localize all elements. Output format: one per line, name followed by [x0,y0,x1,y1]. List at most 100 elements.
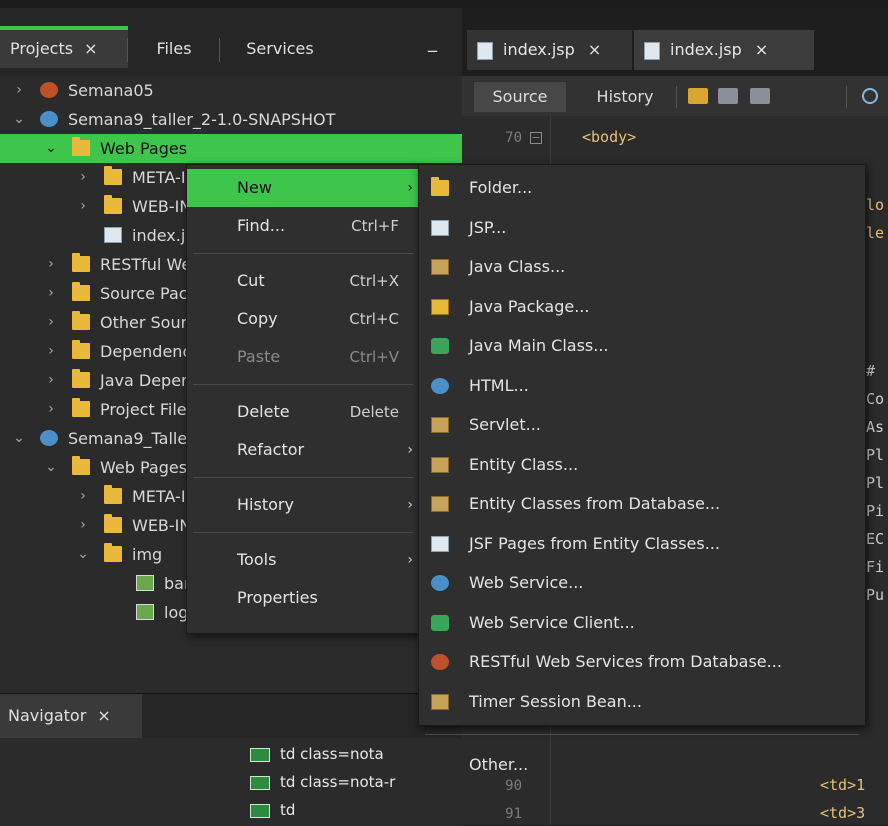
menu-item-history[interactable]: History › [187,486,419,524]
chevron-right-icon[interactable]: › [76,192,90,221]
menu-item-folder[interactable]: Folder... [419,169,865,207]
menu-item-refactor[interactable]: Refactor › [187,431,419,469]
menu-item-jsp[interactable]: JSP... [419,209,865,247]
tree-item[interactable]: ⌄ Web Pages [0,134,462,163]
chevron-right-icon[interactable]: › [44,395,58,424]
minimize-icon[interactable]: _ [428,32,442,62]
menu-item-find[interactable]: Find... Ctrl+F [187,207,419,245]
tab-index-jsp-2[interactable]: index.jsp × [634,30,814,70]
menu-item-label: New [237,178,272,197]
menu-item-java-main-class[interactable]: Java Main Class... [419,327,865,365]
java-class-icon [431,417,449,433]
chevron-down-icon[interactable]: ⌄ [12,424,26,453]
tab-index-jsp[interactable]: index.jsp × [467,30,632,70]
menu-item-restful-web-services-from-database[interactable]: RESTful Web Services from Database... [419,643,865,681]
menu-item-properties[interactable]: Properties [187,579,419,617]
menu-item-copy[interactable]: Copy Ctrl+C [187,300,419,338]
tab-projects[interactable]: Projects × [0,26,128,68]
menu-item-servlet[interactable]: Servlet... [419,406,865,444]
chevron-right-icon[interactable]: › [76,482,90,511]
close-icon[interactable]: × [755,40,768,59]
search-icon[interactable] [862,88,878,104]
list-item[interactable]: td [250,796,295,824]
menu-item-jsf-pages-from-entity-classes[interactable]: JSF Pages from Entity Classes... [419,525,865,563]
menu-item-java-package[interactable]: Java Package... [419,288,865,326]
menu-item-label: Java Class... [469,257,566,276]
tab-label: Files [156,39,192,58]
tree-item-label: Semana9_Taller [68,429,194,448]
chevron-down-icon[interactable]: ⌄ [76,540,90,569]
menu-item-label: JSP... [469,217,507,237]
menu-item-label: JSF Pages from Entity Classes... [469,533,720,553]
chevron-right-icon[interactable]: › [76,511,90,540]
source-button[interactable]: Source [474,82,566,112]
tab-files[interactable]: Files [128,30,220,68]
tree-item-label: img [132,545,163,564]
projects-tabbar: Projects × Files Services _ [0,8,462,76]
code-line: <body> [582,128,637,146]
menu-item-delete[interactable]: Delete Delete [187,393,419,431]
java-project-icon [40,82,58,98]
tree-item-label: Web Pages [100,458,188,477]
menu-shortcut: Delete [349,403,399,421]
chevron-down-icon[interactable]: ⌄ [44,453,58,482]
history-back-icon[interactable] [718,88,738,104]
menu-item-label: Tools [237,550,277,569]
menu-item-web-service[interactable]: Web Service... [419,564,865,602]
menu-item-entity-classes-from-database[interactable]: Entity Classes from Database... [419,485,865,523]
history-forward-icon[interactable] [750,88,770,104]
list-item[interactable]: td class=nota [250,740,384,768]
menu-item-tools[interactable]: Tools › [187,541,419,579]
chevron-down-icon[interactable]: ⌄ [12,105,26,134]
tree-item-label: Web Pages [100,139,188,158]
tab-label: Navigator [8,706,87,725]
java-class-icon [431,693,449,710]
dependencies-icon [72,340,90,359]
chevron-right-icon[interactable]: › [44,279,58,308]
folder-icon [104,485,122,504]
tab-navigator[interactable]: Navigator × [0,694,142,738]
java-class-icon [431,259,449,275]
chevron-right-icon[interactable]: › [44,250,58,279]
main-class-icon [431,338,449,354]
chevron-down-icon[interactable]: ⌄ [44,134,58,163]
fold-icon[interactable]: − [530,132,542,144]
menu-item-entity-class[interactable]: Entity Class... [419,446,865,484]
chevron-right-icon[interactable]: › [44,366,58,395]
menu-item-web-service-client[interactable]: Web Service Client... [419,604,865,642]
menu-item-cut[interactable]: Cut Ctrl+X [187,262,419,300]
close-icon[interactable]: × [588,40,601,59]
navigator-tabbar [142,694,462,738]
menu-item-label: Web Service... [469,573,584,592]
menu-item-timer-session-bean[interactable]: Timer Session Bean... [419,683,865,721]
menu-separator [193,532,413,533]
back-icon[interactable] [688,88,708,104]
chevron-right-icon[interactable]: › [44,308,58,337]
chevron-right-icon[interactable]: › [12,76,26,105]
list-item[interactable]: td class=nota-r [250,768,395,796]
close-icon[interactable]: × [84,39,97,58]
menu-item-html[interactable]: HTML... [419,367,865,405]
chevron-right-icon: › [407,442,413,458]
list-item-label: td [280,801,296,819]
history-button[interactable]: History [580,82,670,112]
tree-item[interactable]: ⌄ Semana9_taller_2-1.0-SNAPSHOT [0,105,462,134]
menu-item-other[interactable]: Other... [419,746,865,784]
tab-label: index.jsp [503,40,575,59]
folder-icon [104,195,122,214]
menu-item-label: Other... [469,755,529,774]
menu-item-new[interactable]: New › [187,169,419,207]
menu-item-java-class[interactable]: Java Class... [419,248,865,286]
code-fragment: le [866,224,885,242]
close-icon[interactable]: × [97,706,110,725]
menu-item-label: Copy [237,309,278,328]
editor-toolbar: Source History [462,76,888,116]
tab-label: index.jsp [670,40,742,59]
tree-item[interactable]: › Semana05 [0,76,462,105]
chevron-right-icon[interactable]: › [44,337,58,366]
list-item-label: td class=nota-r [280,773,396,791]
chevron-right-icon[interactable]: › [76,163,90,192]
jsp-file-icon [644,41,660,60]
code-fragment: lo [866,196,885,214]
tab-services[interactable]: Services [220,30,340,68]
